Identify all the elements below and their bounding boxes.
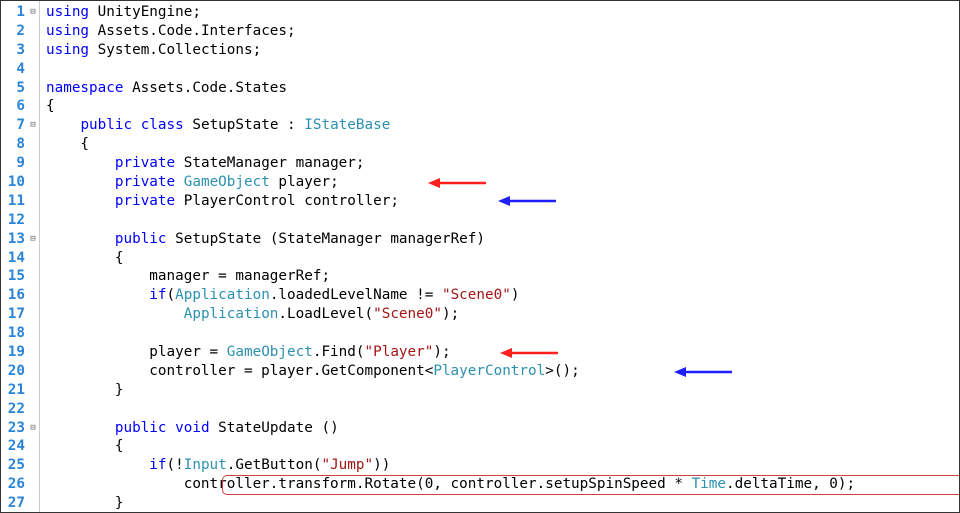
fold-toggle-icon[interactable]: ⊟ xyxy=(27,116,39,135)
gutter-row: 27 xyxy=(1,494,39,513)
code-line[interactable] xyxy=(46,324,959,343)
line-number: 8 xyxy=(1,135,27,154)
line-number: 5 xyxy=(1,79,27,98)
code-line[interactable]: } xyxy=(46,381,959,400)
line-number: 6 xyxy=(1,97,27,116)
code-line[interactable]: public void StateUpdate () xyxy=(46,419,959,438)
line-number: 23 xyxy=(1,419,27,438)
gutter-row: 1⊟ xyxy=(1,3,39,22)
line-number: 17 xyxy=(1,305,27,324)
code-line[interactable]: namespace Assets.Code.States xyxy=(46,79,959,98)
line-number: 2 xyxy=(1,22,27,41)
gutter-row: 13⊟ xyxy=(1,230,39,249)
code-line[interactable] xyxy=(46,211,959,230)
line-number: 10 xyxy=(1,173,27,192)
code-line[interactable]: using UnityEngine; xyxy=(46,3,959,22)
gutter-row: 4 xyxy=(1,60,39,79)
code-line[interactable]: private GameObject player; xyxy=(46,173,959,192)
line-number: 15 xyxy=(1,267,27,286)
gutter-row: 18 xyxy=(1,324,39,343)
line-number: 11 xyxy=(1,192,27,211)
line-number: 4 xyxy=(1,60,27,79)
line-number: 27 xyxy=(1,494,27,513)
fold-toggle-icon[interactable]: ⊟ xyxy=(27,3,39,22)
gutter-row: 10 xyxy=(1,173,39,192)
gutter-row: 26 xyxy=(1,475,39,494)
code-line[interactable] xyxy=(46,60,959,79)
line-number: 14 xyxy=(1,249,27,268)
gutter-row: 16 xyxy=(1,286,39,305)
code-line[interactable]: if(Application.loadedLevelName != "Scene… xyxy=(46,286,959,305)
gutter-row: 17 xyxy=(1,305,39,324)
gutter-row: 6 xyxy=(1,97,39,116)
code-line[interactable]: using System.Collections; xyxy=(46,41,959,60)
gutter-row: 9 xyxy=(1,154,39,173)
line-number: 13 xyxy=(1,230,27,249)
code-line[interactable]: using Assets.Code.Interfaces; xyxy=(46,22,959,41)
code-line[interactable]: controller.transform.Rotate(0, controlle… xyxy=(46,475,959,494)
gutter-row: 24 xyxy=(1,437,39,456)
gutter-row: 20 xyxy=(1,362,39,381)
line-number: 12 xyxy=(1,211,27,230)
code-line[interactable]: { xyxy=(46,437,959,456)
code-line[interactable]: { xyxy=(46,97,959,116)
code-line[interactable]: } xyxy=(46,494,959,512)
code-line[interactable]: controller = player.GetComponent<PlayerC… xyxy=(46,362,959,381)
gutter-row: 12 xyxy=(1,211,39,230)
gutter-row: 22 xyxy=(1,400,39,419)
gutter-row: 21 xyxy=(1,381,39,400)
code-line[interactable]: Application.LoadLevel("Scene0"); xyxy=(46,305,959,324)
line-number: 25 xyxy=(1,456,27,475)
fold-toggle-icon[interactable]: ⊟ xyxy=(27,230,39,249)
line-number: 20 xyxy=(1,362,27,381)
code-line[interactable]: player = GameObject.Find("Player"); xyxy=(46,343,959,362)
fold-toggle-icon[interactable]: ⊟ xyxy=(27,419,39,438)
code-line[interactable]: { xyxy=(46,249,959,268)
gutter-row: 19 xyxy=(1,343,39,362)
code-area: using UnityEngine;using Assets.Code.Inte… xyxy=(40,1,959,512)
code-line[interactable] xyxy=(46,400,959,419)
gutter-row: 11 xyxy=(1,192,39,211)
gutter-row: 25 xyxy=(1,456,39,475)
gutter-row: 5 xyxy=(1,79,39,98)
code-line[interactable]: if(!Input.GetButton("Jump")) xyxy=(46,456,959,475)
gutter-row: 23⊟ xyxy=(1,419,39,438)
code-line[interactable]: manager = managerRef; xyxy=(46,267,959,286)
gutter-row: 8 xyxy=(1,135,39,154)
line-number: 7 xyxy=(1,116,27,135)
line-number-gutter: 1⊟234567⊟8910111213⊟14151617181920212223… xyxy=(1,1,40,512)
gutter-row: 2 xyxy=(1,22,39,41)
line-number: 3 xyxy=(1,41,27,60)
gutter-row: 15 xyxy=(1,267,39,286)
line-number: 22 xyxy=(1,400,27,419)
code-line[interactable]: private StateManager manager; xyxy=(46,154,959,173)
line-number: 18 xyxy=(1,324,27,343)
line-number: 19 xyxy=(1,343,27,362)
gutter-row: 7⊟ xyxy=(1,116,39,135)
line-number: 21 xyxy=(1,381,27,400)
gutter-row: 3 xyxy=(1,41,39,60)
line-number: 26 xyxy=(1,475,27,494)
line-number: 9 xyxy=(1,154,27,173)
code-line[interactable]: public SetupState (StateManager managerR… xyxy=(46,230,959,249)
gutter-row: 14 xyxy=(1,249,39,268)
line-number: 1 xyxy=(1,3,27,22)
line-number: 16 xyxy=(1,286,27,305)
code-line[interactable]: private PlayerControl controller; xyxy=(46,192,959,211)
code-line[interactable]: public class SetupState : IStateBase xyxy=(46,116,959,135)
code-line[interactable]: { xyxy=(46,135,959,154)
line-number: 24 xyxy=(1,437,27,456)
